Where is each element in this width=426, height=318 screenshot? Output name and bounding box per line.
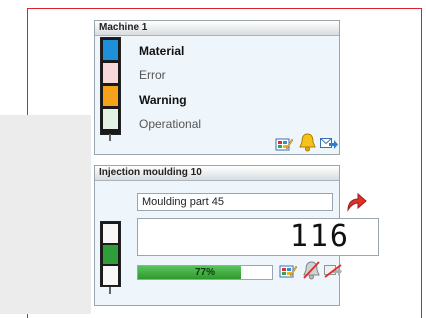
light-segment-bottom xyxy=(103,266,118,285)
machine-panel: Machine 1 Material Error Warning Operati… xyxy=(94,20,340,155)
part-name-field[interactable]: Moulding part 45 xyxy=(137,193,333,211)
light-segment-material xyxy=(103,40,118,60)
progress-percent-label: 77% xyxy=(194,267,215,278)
send-message-icon[interactable] xyxy=(320,137,338,151)
left-gray-block xyxy=(0,115,91,314)
light-segment-error xyxy=(103,63,118,83)
status-label-warning: Warning xyxy=(139,93,187,107)
forward-arrow-icon[interactable] xyxy=(345,191,367,213)
machine-panel-title: Machine 1 xyxy=(95,21,339,36)
alarm-muted-icon[interactable] xyxy=(302,260,321,280)
light-segment-warning xyxy=(103,86,118,106)
light-segment-operational xyxy=(103,109,118,129)
production-counter: 116 xyxy=(137,218,379,256)
status-label-operational: Operational xyxy=(139,117,202,131)
alarm-bell-icon[interactable] xyxy=(298,132,317,152)
injection-panel-title: Injection moulding 10 xyxy=(95,166,339,181)
edit-icon[interactable] xyxy=(279,263,297,279)
injection-moulding-panel: Injection moulding 10 Moulding part 45 1… xyxy=(94,165,379,306)
machine-light-tower xyxy=(100,221,121,287)
light-segment-top xyxy=(103,224,118,243)
send-disabled-icon[interactable] xyxy=(324,264,342,278)
machine-light-stem xyxy=(109,287,111,294)
status-label-error: Error xyxy=(139,68,166,82)
light-tower-stem xyxy=(109,134,111,141)
progress-bar: 77% xyxy=(137,265,273,280)
edit-icon[interactable] xyxy=(275,136,293,152)
status-label-material: Material xyxy=(139,44,185,58)
light-segment-middle xyxy=(103,245,118,264)
status-light-tower xyxy=(100,37,121,135)
